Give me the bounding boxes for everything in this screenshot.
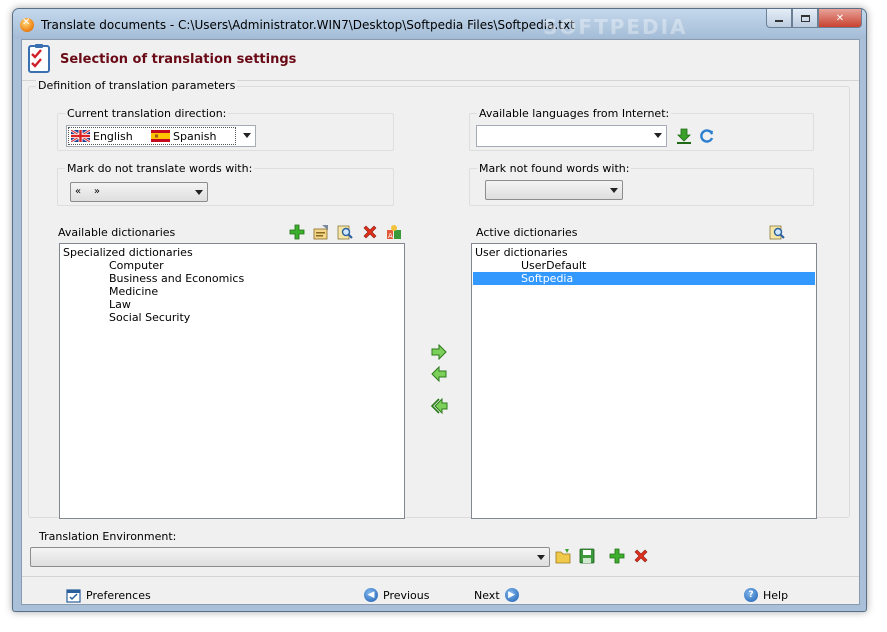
uk-flag-icon <box>71 130 90 142</box>
minimize-button[interactable] <box>766 9 792 28</box>
list-item[interactable]: Computer <box>109 259 164 272</box>
arrow-left-icon[interactable] <box>430 366 448 382</box>
environment-label: Translation Environment: <box>39 530 177 543</box>
internet-languages-dropdown[interactable] <box>476 125 667 147</box>
list-item-selected[interactable]: Softpedia <box>473 272 815 285</box>
list-item[interactable]: Law <box>109 298 131 311</box>
active-dictionaries-list[interactable]: User dictionaries UserDefault Softpedia <box>471 243 817 519</box>
watermark-text: SOFTPEDIA <box>543 15 688 39</box>
arrow-right-icon[interactable] <box>430 344 448 360</box>
app-window: Translate documents - C:\Users\Administr… <box>12 8 867 612</box>
list-item[interactable]: Social Security <box>109 311 190 324</box>
available-dictionaries-list[interactable]: Specialized dictionaries Computer Busine… <box>59 243 405 519</box>
direction-dropdown[interactable]: English Spanish <box>66 125 256 147</box>
next-label: Next <box>474 588 500 602</box>
edit-properties-icon[interactable] <box>313 224 329 240</box>
target-language: Spanish <box>173 129 217 143</box>
notfound-mark-label: Mark not found words with: <box>477 162 632 175</box>
footer-divider <box>22 576 859 577</box>
environment-dropdown[interactable] <box>30 547 550 567</box>
window-controls: ✕ <box>766 9 862 29</box>
preferences-label: Preferences <box>86 589 151 602</box>
close-button[interactable]: ✕ <box>818 9 862 28</box>
app-icon <box>20 17 34 32</box>
arrow-right-circle-icon: ▶ <box>504 588 519 602</box>
chevron-down-icon <box>537 555 545 560</box>
notfound-mark-dropdown[interactable] <box>485 180 623 200</box>
dnt-mark-label: Mark do not translate words with: <box>65 162 255 175</box>
svg-text:A: A <box>388 232 393 240</box>
list-item[interactable]: Specialized dictionaries <box>63 246 193 259</box>
list-item[interactable]: User dictionaries <box>475 246 568 259</box>
list-item[interactable]: Medicine <box>109 285 158 298</box>
internet-languages-label: Available languages from Internet: <box>477 107 672 120</box>
available-dictionaries-label: Available dictionaries <box>58 226 176 239</box>
chevron-down-icon <box>195 190 203 195</box>
arrow-left-circle-icon: ◀ <box>364 588 378 602</box>
save-icon[interactable] <box>579 548 595 564</box>
direction-value: English Spanish <box>68 127 236 145</box>
wizard-panel: Selection of translation settings Defini… <box>21 39 860 605</box>
next-button[interactable]: Next ▶ <box>474 588 519 602</box>
download-icon[interactable] <box>676 128 692 144</box>
chevron-down-icon <box>610 188 618 193</box>
double-arrow-left-icon[interactable] <box>430 398 448 414</box>
active-dictionaries-label: Active dictionaries <box>476 226 578 239</box>
maximize-icon <box>800 14 810 22</box>
list-item[interactable]: Business and Economics <box>109 272 244 285</box>
list-item[interactable]: UserDefault <box>521 259 586 272</box>
previous-button[interactable]: ◀ Previous <box>364 588 430 602</box>
spain-flag-icon <box>151 130 170 142</box>
dnt-mark-dropdown[interactable]: « » <box>70 182 208 202</box>
source-language: English <box>93 129 133 143</box>
maximize-button[interactable] <box>792 9 818 28</box>
help-label: Help <box>763 588 789 602</box>
refresh-icon[interactable] <box>699 128 715 144</box>
page-title: Selection of translation settings <box>60 52 297 67</box>
parameters-group-label: Definition of translation parameters <box>36 79 238 92</box>
preferences-icon <box>66 589 81 603</box>
window-title: Translate documents - C:\Users\Administr… <box>41 18 575 32</box>
direction-label: Current translation direction: <box>65 107 229 120</box>
previous-label: Previous <box>383 588 430 602</box>
add-environment-icon[interactable] <box>609 548 625 564</box>
delete-icon[interactable] <box>362 224 378 240</box>
preferences-button[interactable]: Preferences <box>66 588 151 603</box>
chevron-down-icon <box>654 133 662 138</box>
close-icon: ✕ <box>835 12 845 24</box>
help-icon: ? <box>744 588 758 602</box>
view-dictionary-icon[interactable] <box>337 224 353 240</box>
checklist-icon <box>28 44 50 73</box>
dnt-mark-value: « » <box>75 186 100 197</box>
title-bar[interactable]: Translate documents - C:\Users\Administr… <box>13 9 866 39</box>
view-dictionary-icon[interactable] <box>769 224 785 240</box>
add-icon[interactable] <box>289 224 305 240</box>
language-settings-icon[interactable]: A <box>386 224 402 240</box>
delete-environment-icon[interactable] <box>633 548 649 564</box>
open-folder-icon[interactable] <box>555 548 571 564</box>
chevron-down-icon <box>243 133 251 138</box>
minimize-icon <box>775 20 783 22</box>
help-button[interactable]: ? Help <box>744 588 788 602</box>
